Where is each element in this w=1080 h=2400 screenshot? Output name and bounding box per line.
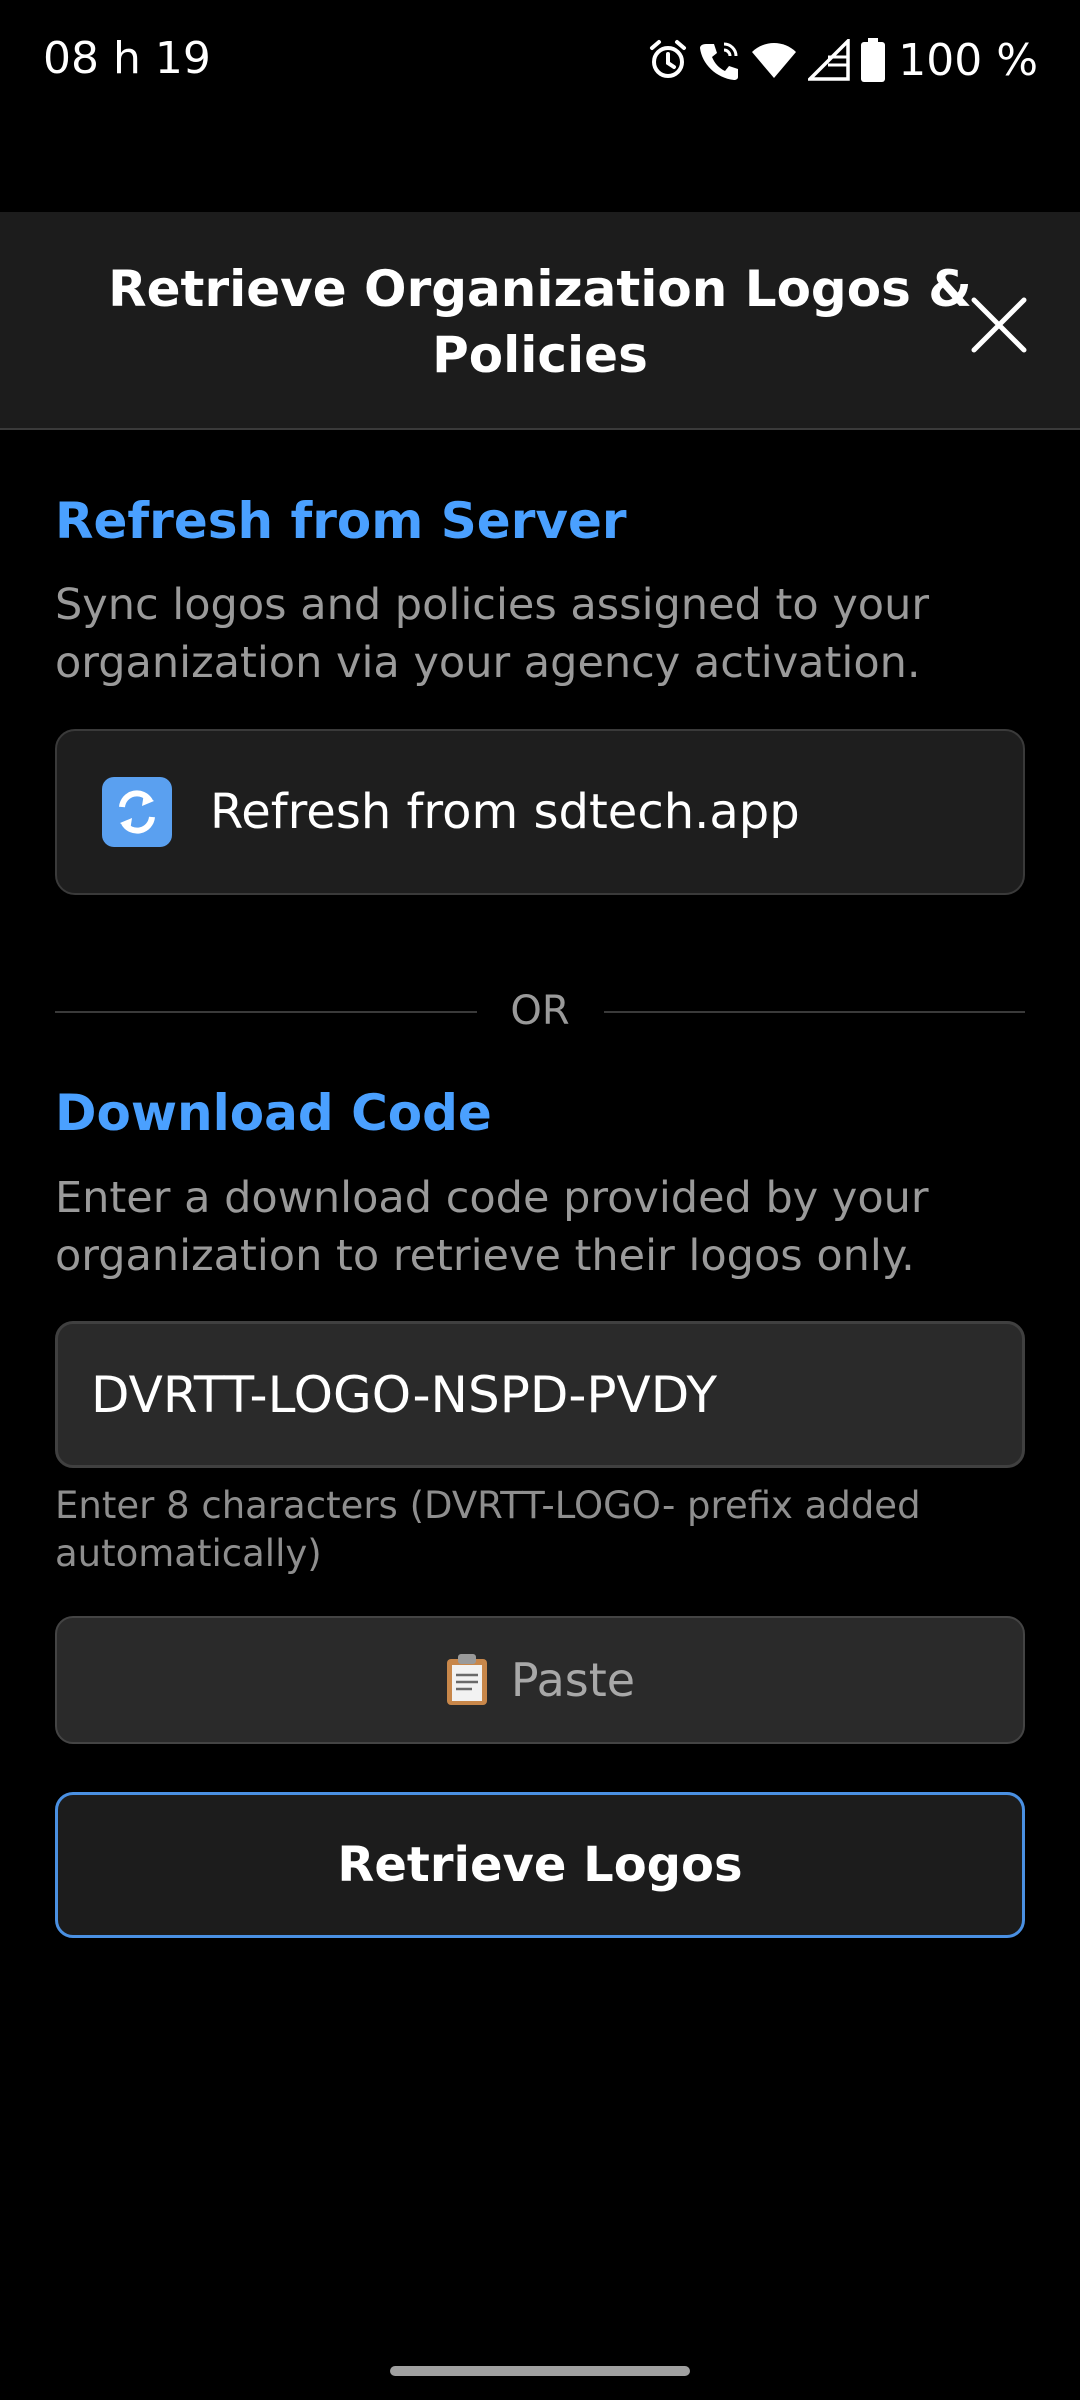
download-code-section-title: Download Code [55, 1084, 492, 1142]
paste-button[interactable]: Paste [55, 1616, 1025, 1744]
refresh-section-title: Refresh from Server [55, 492, 627, 550]
download-code-helper-text: Enter 8 characters (DVRTT-LOGO- prefix a… [55, 1484, 921, 1575]
retrieve-logos-button[interactable]: Retrieve Logos [55, 1792, 1025, 1938]
home-indicator[interactable] [390, 2366, 690, 2376]
divider-or-label: OR [510, 988, 570, 1034]
status-icons: 100 % [648, 34, 1038, 86]
battery-percentage: 100 % [898, 34, 1038, 86]
page-title: Retrieve Organization Logos & Policies [108, 260, 972, 384]
close-icon [971, 297, 1027, 353]
divider-line-left [55, 1011, 477, 1013]
signal-icon [808, 39, 850, 81]
close-button[interactable] [964, 290, 1034, 360]
wifi-calling-icon [698, 38, 740, 82]
status-time: 08 h 19 [43, 33, 211, 84]
alarm-icon [648, 38, 688, 82]
download-code-description: Enter a download code provided by your o… [55, 1173, 929, 1281]
wifi-icon [750, 40, 798, 80]
refresh-section-description: Sync logos and policies assigned to your… [55, 580, 930, 688]
download-code-input[interactable] [55, 1321, 1025, 1468]
refresh-from-server-button[interactable]: Refresh from sdtech.app [55, 729, 1025, 895]
refresh-icon [102, 777, 172, 847]
refresh-button-label: Refresh from sdtech.app [210, 784, 800, 840]
paste-button-label: Paste [510, 1653, 636, 1707]
status-bar: 08 h 19 100 % [0, 0, 1080, 125]
dialog-header: Retrieve Organization Logos & Policies [0, 212, 1080, 430]
battery-icon [860, 38, 886, 82]
divider-line-right [604, 1011, 1025, 1013]
clipboard-icon [445, 1653, 489, 1707]
